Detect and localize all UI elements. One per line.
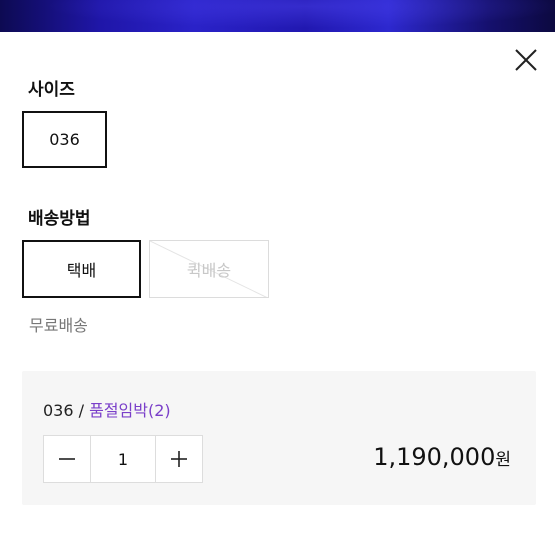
price-amount: 1,190,000 (373, 443, 496, 471)
stock-status: 품절임박(2) (89, 401, 171, 420)
size-section-title: 사이즈 (28, 80, 75, 100)
minus-icon (59, 458, 75, 460)
price-currency: 원 (495, 450, 511, 470)
total-price: 1,190,000원 (373, 443, 511, 471)
size-option-label: 036 (49, 130, 80, 149)
shipping-option-label: 퀵배송 (186, 261, 232, 280)
shipping-option-parcel[interactable]: 택배 (22, 240, 141, 298)
size-option-036[interactable]: 036 (22, 111, 107, 168)
shipping-option-label: 택배 (66, 261, 97, 280)
increase-quantity-button[interactable] (156, 436, 202, 482)
close-button[interactable] (512, 46, 540, 74)
decrease-quantity-button[interactable] (44, 436, 90, 482)
quantity-value[interactable]: 1 (90, 436, 156, 482)
selected-option-size: 036 (43, 401, 74, 420)
plus-icon (171, 451, 187, 467)
option-separator: / (73, 401, 90, 420)
shipping-fee-note: 무료배송 (29, 316, 88, 335)
close-icon (515, 49, 537, 71)
quantity-stepper: 1 (43, 435, 203, 483)
shipping-option-quick: 퀵배송 (149, 240, 269, 298)
product-image-strip (0, 0, 555, 32)
shipping-section-title: 배송방법 (28, 209, 91, 229)
selected-option-line: 036 / 품절임박(2) (43, 397, 171, 421)
selected-option-box: 036 / 품절임박(2) 1 1,190,000원 (22, 371, 536, 505)
